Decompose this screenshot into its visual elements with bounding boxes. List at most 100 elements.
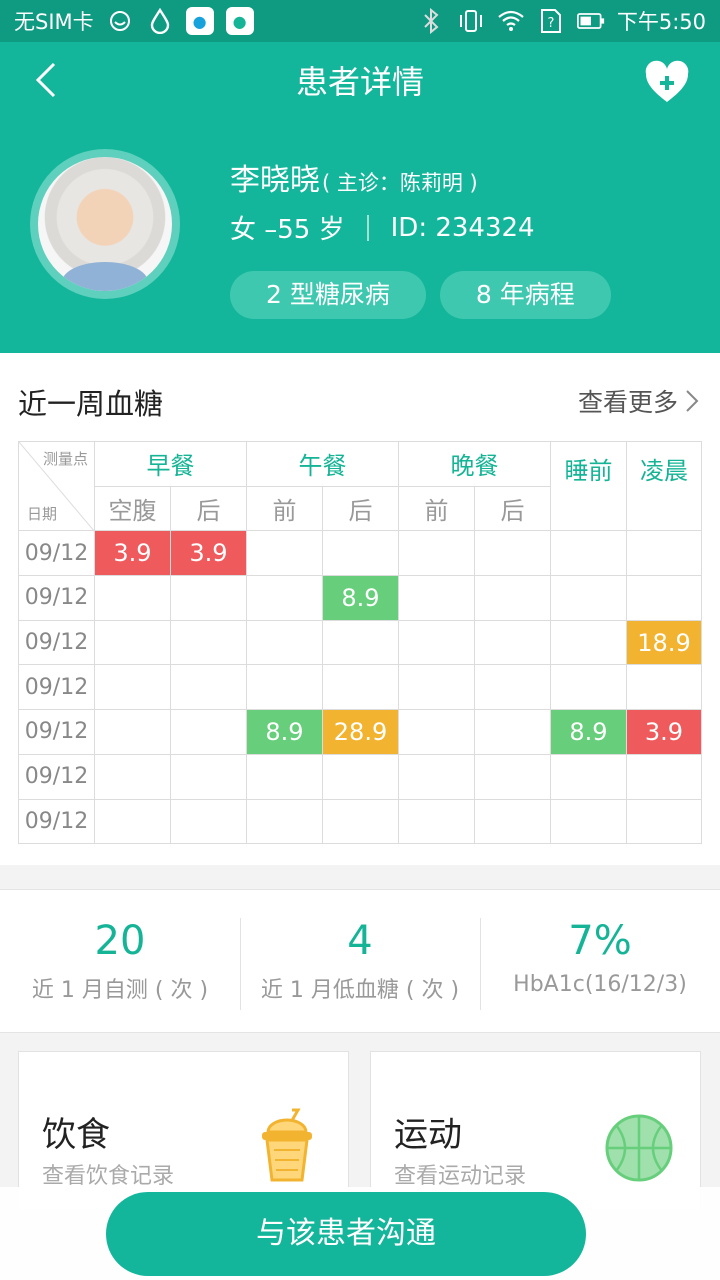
gender-age: 女 –55 岁 [230,215,345,245]
clock: 下午5:50 [616,10,706,34]
carrier-label: 无SIM卡 [14,10,94,34]
table-row: 09/12 3.9 3.9 [18,530,702,577]
table-row: 09/12 18.9 [18,619,702,666]
glucose-reading: 3.9 [94,530,171,577]
duration-tag: 8 年病程 [439,271,611,319]
table-corner: 测量点 日期 [18,440,95,532]
empty-cell [474,709,551,755]
battery-icon [576,7,605,35]
empty-cell [550,619,627,666]
weekly-glucose-section: 近一周血糖 查看更多 测量点 日期 早餐 午餐 晚餐 睡前 凌晨 空腹 后 前 … [0,353,720,865]
sub-before: 前 [246,485,323,532]
stats-panel: 20 近 1 月自测 ( 次 ) 4 近 1 月低血糖 ( 次 ) 7% HbA… [0,889,720,1033]
empty-cell [94,753,171,800]
view-more-link[interactable]: 查看更多 [578,383,700,419]
empty-cell [398,664,475,711]
empty-cell [550,753,627,800]
patient-id: ID: 234324 [390,212,535,243]
exercise-subtitle: 查看运动记录 [394,1164,527,1189]
empty-cell [474,619,551,666]
sub-after: 后 [170,485,247,532]
empty-cell [170,664,247,711]
empty-cell [94,798,171,845]
table-row: 09/12 [18,664,702,711]
svg-text:?: ? [547,16,554,31]
empty-cell [398,530,475,577]
status-bar: 无SIM卡 ● ● ? 下午5:50 [0,0,720,42]
sub-after: 后 [474,485,551,532]
empty-cell [322,798,399,845]
meal-dinner: 晚餐 [398,441,551,487]
empty-cell [322,664,399,711]
wifi-icon [497,7,525,35]
empty-cell [550,575,627,621]
table-row: 09/12 8.9 28.9 8.9 3.9 [18,709,702,755]
empty-cell [474,530,551,577]
row-date: 09/12 [18,619,95,666]
empty-cell [246,753,323,800]
view-more-label: 查看更多 [577,388,678,417]
empty-cell [94,575,171,621]
empty-cell [626,664,702,711]
empty-cell [398,619,475,666]
table-row: 09/12 [18,753,702,800]
stat-label: HbA1c(16/12/3) [513,972,687,997]
meal-breakfast: 早餐 [94,441,247,487]
glucose-reading: 8.9 [246,709,323,755]
glucose-reading: 8.9 [550,709,627,755]
stat-hypoglycemia: 4 近 1 月低血糖 ( 次 ) [240,890,480,1032]
empty-cell [322,530,399,577]
row-date: 09/12 [18,798,95,845]
basketball-icon [604,1108,674,1184]
glucose-table: 测量点 日期 早餐 午餐 晚餐 睡前 凌晨 空腹 后 前 后 前 后 09/12… [18,440,702,845]
glucose-reading: 8.9 [322,575,399,621]
empty-cell [398,753,475,800]
empty-cell [550,530,627,577]
table-row: 09/12 8.9 [18,575,702,621]
meal-early-morning: 凌晨 [626,440,702,532]
attending-doctor: ( 主诊：陈莉明 ) [322,171,478,195]
empty-cell [246,575,323,621]
vibrate-icon [457,7,485,35]
empty-cell [550,798,627,845]
empty-cell [94,709,171,755]
glucose-reading: 18.9 [626,619,702,666]
empty-cell [94,664,171,711]
stat-hba1c: 7% HbA1c(16/12/3) [480,890,720,1032]
empty-cell [474,798,551,845]
contact-patient-button[interactable]: 与该患者沟通 [106,1192,586,1276]
favorite-add-icon[interactable] [644,60,690,104]
empty-cell [246,619,323,666]
empty-cell [170,798,247,845]
empty-cell [626,575,702,621]
row-date: 09/12 [18,709,95,755]
patient-name-line: 李晓晓( 主诊：陈莉明 ) [230,155,478,199]
empty-cell [322,619,399,666]
empty-cell [550,664,627,711]
empty-cell [170,575,247,621]
patient-tags: 2 型糖尿病 8 年病程 [230,271,611,319]
stat-value: 4 [347,918,373,964]
empty-cell [170,619,247,666]
stat-value: 20 [94,918,146,964]
diagnosis-tag: 2 型糖尿病 [230,271,426,319]
diet-subtitle: 查看饮食记录 [42,1164,175,1189]
patient-info: 女 –55 岁 ID: 234324 [230,209,535,246]
empty-cell [170,709,247,755]
sub-after: 后 [322,485,399,532]
stat-value: 7% [568,918,632,964]
exercise-title: 运动 [394,1115,462,1155]
empty-cell [170,753,247,800]
row-date: 09/12 [18,664,95,711]
row-date: 09/12 [18,753,95,800]
page-title: 患者详情 [295,63,424,101]
empty-cell [246,530,323,577]
bluetooth-icon [417,7,445,35]
empty-cell [398,798,475,845]
corner-date: 日期 [27,505,58,524]
empty-cell [246,798,323,845]
no-sim-icon: ? [537,7,565,35]
glucose-reading: 3.9 [626,709,702,755]
empty-cell [474,575,551,621]
empty-cell [474,664,551,711]
